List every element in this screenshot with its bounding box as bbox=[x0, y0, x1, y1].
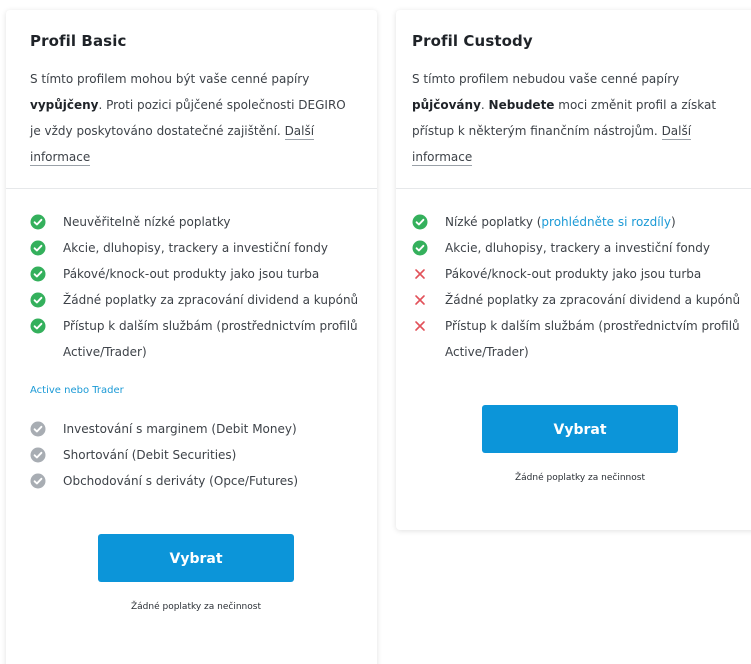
feature-item: Přístup k dalším službám (prostřednictví… bbox=[30, 313, 363, 365]
custody-features-list: Nízké poplatky (prohlédněte si rozdíly) … bbox=[412, 209, 751, 365]
custody-desc-bold-2: Nebudete bbox=[488, 98, 555, 112]
custody-profile-card: Profil Custody S tímto profilem nebudou … bbox=[396, 10, 751, 530]
basic-profile-description: S tímto profilem mohou být vaše cenné pa… bbox=[30, 66, 360, 170]
active-trader-subheading: Active nebo Trader bbox=[30, 385, 124, 396]
basic-desc-text-1: S tímto profilem mohou být vaše cenné pa… bbox=[30, 72, 310, 86]
compare-differences-link[interactable]: prohlédněte si rozdíly bbox=[541, 215, 671, 229]
custody-no-inactivity-fee-note: Žádné poplatky za nečinnost bbox=[515, 473, 645, 483]
feature-text: Investování s marginem (Debit Money) bbox=[63, 422, 297, 436]
basic-extra-features-list: Investování s marginem (Debit Money) Sho… bbox=[30, 416, 377, 494]
feature-item: Pákové/knock-out produkty jako jsou turb… bbox=[412, 261, 745, 287]
custody-select-button[interactable]: Vybrat bbox=[482, 405, 678, 453]
feature-text-end: ) bbox=[670, 215, 676, 229]
feature-text: Akcie, dluhopisy, trackery a investiční … bbox=[445, 241, 711, 255]
custody-profile-title: Profil Custody bbox=[412, 32, 533, 50]
cross-icon bbox=[415, 321, 425, 331]
basic-no-inactivity-fee-note: Žádné poplatky za nečinnost bbox=[131, 602, 261, 612]
basic-desc-bold-1: vypůjčeny bbox=[30, 98, 99, 112]
feature-item: Obchodování s deriváty (Opce/Futures) bbox=[30, 468, 363, 494]
feature-item: Shortování (Debit Securities) bbox=[30, 442, 363, 468]
custody-divider bbox=[396, 188, 751, 189]
feature-item: Akcie, dluhopisy, trackery a investiční … bbox=[412, 235, 745, 261]
profile-comparison: Profil Basic S tímto profilem mohou být … bbox=[0, 0, 751, 664]
basic-select-button[interactable]: Vybrat bbox=[98, 534, 294, 582]
feature-item: Neuvěřitelně nízké poplatky bbox=[30, 209, 363, 235]
basic-profile-card: Profil Basic S tímto profilem mohou být … bbox=[6, 10, 377, 664]
grey-check-circle-icon bbox=[30, 421, 46, 437]
check-circle-icon bbox=[412, 240, 428, 256]
basic-features-list: Neuvěřitelně nízké poplatky Akcie, dluho… bbox=[30, 209, 377, 365]
check-circle-icon bbox=[30, 240, 46, 256]
feature-item: Akcie, dluhopisy, trackery a investiční … bbox=[30, 235, 363, 261]
feature-item: Investování s marginem (Debit Money) bbox=[30, 416, 363, 442]
custody-desc-text-1: S tímto profilem nebudou vaše cenné papí… bbox=[412, 72, 680, 86]
check-circle-icon bbox=[30, 292, 46, 308]
feature-item: Žádné poplatky za zpracování dividend a … bbox=[412, 287, 745, 313]
feature-text: Nízké poplatky ( bbox=[445, 215, 542, 229]
feature-text: Pákové/knock-out produkty jako jsou turb… bbox=[63, 267, 320, 281]
basic-profile-title: Profil Basic bbox=[30, 32, 127, 50]
cross-icon bbox=[415, 269, 425, 279]
feature-text: Žádné poplatky za zpracování dividend a … bbox=[445, 293, 741, 307]
feature-text: Žádné poplatky za zpracování dividend a … bbox=[63, 293, 359, 307]
cross-icon bbox=[415, 295, 425, 305]
feature-text: Obchodování s deriváty (Opce/Futures) bbox=[63, 474, 299, 488]
basic-divider bbox=[6, 188, 377, 189]
custody-desc-text-2: . bbox=[480, 98, 489, 112]
feature-text: Akcie, dluhopisy, trackery a investiční … bbox=[63, 241, 329, 255]
custody-desc-bold-1: půjčovány bbox=[412, 98, 481, 112]
feature-text: Přístup k dalším službám (prostřednictví… bbox=[445, 319, 740, 359]
feature-item: Nízké poplatky (prohlédněte si rozdíly) bbox=[412, 209, 745, 235]
feature-text: Pákové/knock-out produkty jako jsou turb… bbox=[445, 267, 702, 281]
grey-check-circle-icon bbox=[30, 473, 46, 489]
check-circle-icon bbox=[30, 266, 46, 282]
feature-item: Přístup k dalším službám (prostřednictví… bbox=[412, 313, 745, 365]
feature-text: Shortování (Debit Securities) bbox=[63, 448, 237, 462]
check-circle-icon bbox=[30, 214, 46, 230]
feature-text: Přístup k dalším službám (prostřednictví… bbox=[63, 319, 358, 359]
feature-item: Pákové/knock-out produkty jako jsou turb… bbox=[30, 261, 363, 287]
custody-profile-description: S tímto profilem nebudou vaše cenné papí… bbox=[412, 66, 742, 170]
feature-text: Neuvěřitelně nízké poplatky bbox=[63, 215, 231, 229]
check-circle-icon bbox=[412, 214, 428, 230]
feature-item: Žádné poplatky za zpracování dividend a … bbox=[30, 287, 363, 313]
check-circle-icon bbox=[30, 318, 46, 334]
grey-check-circle-icon bbox=[30, 447, 46, 463]
